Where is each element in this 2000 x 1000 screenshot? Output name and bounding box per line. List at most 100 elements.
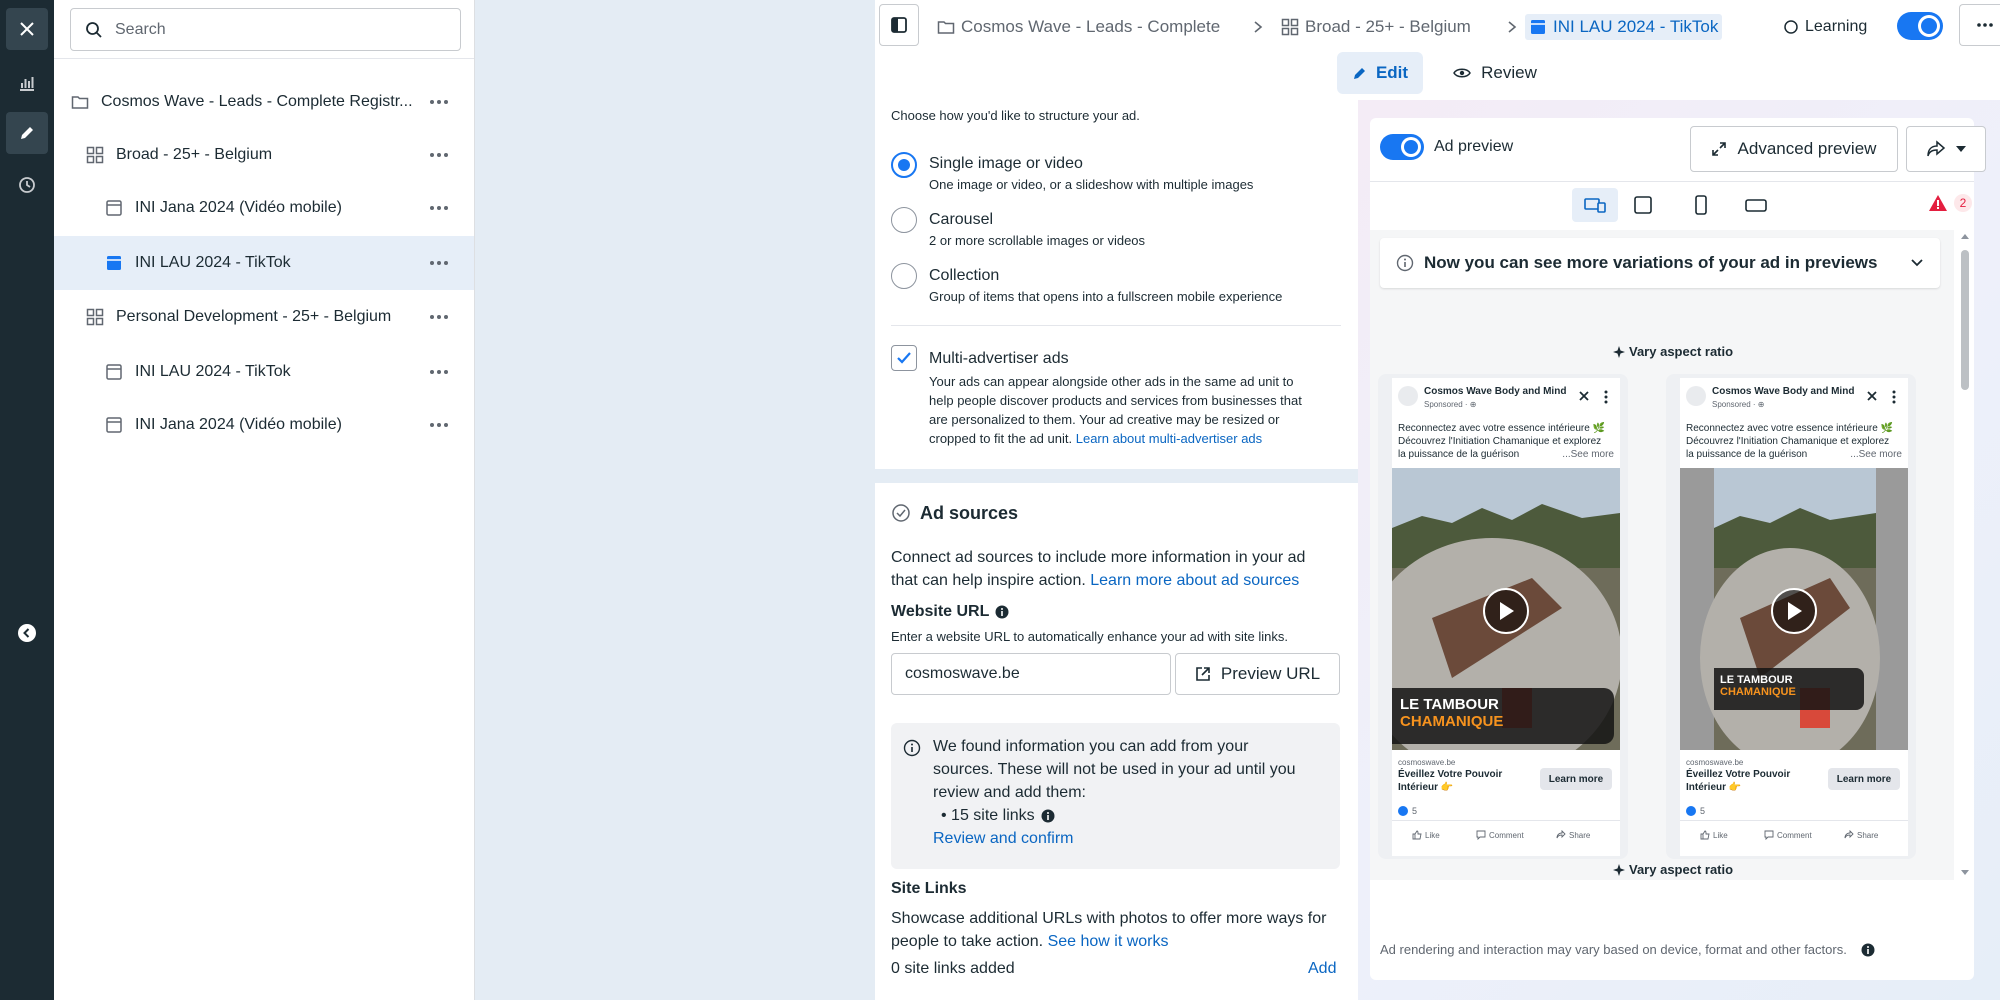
tree-item-ad-selected[interactable]: INI LAU 2024 - TikTok [54,236,474,290]
button-label: Advanced preview [1737,139,1877,158]
vary-aspect-ratio-label: Vary aspect ratio [1613,344,1733,359]
share-action[interactable]: Share [1556,830,1590,840]
chevron-down-icon [1910,258,1924,267]
website-url-input[interactable]: cosmoswave.be [891,653,1171,695]
share-action[interactable]: Share [1844,830,1878,840]
more-actions-button[interactable] [1959,4,2000,46]
breadcrumb-campaign[interactable]: Cosmos Wave - Leads - Complete [937,14,1220,40]
see-how-it-works-link[interactable]: See how it works [1048,933,1169,950]
tree-item-label: INI LAU 2024 - TikTok [135,363,291,380]
tree-item-adset[interactable]: Personal Development - 25+ - Belgium [54,290,474,344]
status-label: Learning [1805,18,1868,35]
share-icon [1926,140,1946,158]
pencil-icon[interactable] [6,112,48,154]
learning-status: Learning [1783,14,1867,40]
more-icon[interactable] [426,250,452,276]
ad-preview-mockup[interactable]: Cosmos Wave Body and Mind Sponsored · ⊕ … [1378,374,1628,859]
radio-single-image[interactable] [891,152,917,178]
close-icon[interactable] [6,8,48,50]
search-input[interactable] [115,20,435,39]
tree-item-ad[interactable]: INI LAU 2024 - TikTok [54,345,474,399]
desc-line: Connect ad sources to include more infor… [891,549,1306,566]
more-icon[interactable] [426,195,452,221]
close-icon[interactable] [1866,390,1878,402]
see-more-link[interactable]: ...See more [1562,448,1614,461]
input-value: cosmoswave.be [905,665,1020,682]
more-icon[interactable] [426,304,452,330]
radio-collection[interactable] [891,263,917,289]
sponsored-label: Sponsored · ⊕ [1424,400,1477,409]
tree-item-label: INI Jana 2024 (Vidéo mobile) [135,416,342,433]
preview-scrollbar[interactable] [1958,230,1972,880]
preview-url-button[interactable]: Preview URL [1175,653,1340,695]
play-icon[interactable] [1483,588,1529,634]
tab-edit[interactable]: Edit [1337,52,1423,94]
learn-more-cta[interactable]: Learn more [1540,768,1612,790]
clock-icon[interactable] [6,164,48,206]
ad-on-off-toggle[interactable] [1897,12,1943,40]
background-area [475,0,875,1000]
add-site-link-button[interactable]: Add [1308,960,1336,978]
breadcrumb-ad[interactable]: INI LAU 2024 - TikTok [1525,14,1723,40]
ad-preview-mockup[interactable]: Cosmos Wave Body and Mind Sponsored · ⊕ … [1666,374,1916,859]
advanced-preview-button[interactable]: Advanced preview [1690,126,1898,172]
more-icon[interactable] [426,412,452,438]
action-label: Like [1713,830,1728,840]
tree-item-ad[interactable]: INI Jana 2024 (Vidéo mobile) [54,181,474,235]
review-and-confirm-link[interactable]: Review and confirm [933,827,1333,850]
multi-advertiser-checkbox[interactable] [891,345,917,371]
more-icon[interactable] [426,142,452,168]
ad-preview-toggle[interactable] [1380,134,1424,160]
comment-action[interactable]: Comment [1764,830,1812,840]
video-title-overlay: LE TAMBOUR CHAMANIQUE [1392,688,1614,744]
mobile-view-icon[interactable] [1690,194,1712,216]
share-preview-button[interactable] [1906,126,1986,172]
comment-action[interactable]: Comment [1476,830,1524,840]
search-box[interactable] [70,8,461,51]
bar-chart-icon[interactable] [6,62,48,104]
panel-toggle-button[interactable] [879,4,919,46]
preview-panel: Ad preview Advanced preview 2 Now you ca… [1358,100,2000,1000]
tree-item-campaign[interactable]: Cosmos Wave - Leads - Complete Registr..… [54,75,474,129]
option-desc: 2 or more scrollable images or videos [929,233,1146,248]
tree-item-adset[interactable]: Broad - 25+ - Belgium [54,128,474,182]
all-placements-view-button[interactable] [1572,188,1618,222]
more-icon[interactable] [426,89,452,115]
close-icon[interactable] [1578,390,1590,402]
more-icon[interactable] [426,359,452,385]
learn-more-cta[interactable]: Learn more [1828,768,1900,790]
more-vertical-icon[interactable] [1892,390,1896,404]
tab-review[interactable]: Review [1445,52,1545,94]
eye-icon [1453,67,1472,79]
breadcrumb-adset[interactable]: Broad - 25+ - Belgium [1281,14,1471,40]
ad-video-thumbnail[interactable]: LE TAMBOUR CHAMANIQUE [1392,468,1620,750]
sidebar-icon [890,16,908,34]
more-vertical-icon[interactable] [1604,390,1608,404]
ad-icon [104,415,124,435]
desc-line: people to take action. [891,933,1044,950]
learn-multi-advertiser-link[interactable]: Learn about multi-advertiser ads [1076,431,1262,446]
ad-video-thumbnail[interactable]: LE TAMBOUR CHAMANIQUE [1680,468,1908,750]
like-action[interactable]: Like [1412,830,1440,840]
button-label: Preview URL [1220,664,1321,683]
warnings-indicator[interactable]: 2 [1928,194,1972,212]
ad-headline: Éveillez Votre Pouvoir Intérieur 👉 [1398,768,1502,794]
info-circle-icon [1396,254,1414,272]
play-icon[interactable] [1771,588,1817,634]
see-more-link[interactable]: ...See more [1850,448,1902,461]
ad-preview-screen: Cosmos Wave Body and Mind Sponsored · ⊕ … [1680,378,1908,856]
square-view-icon[interactable] [1632,194,1654,216]
variations-banner[interactable]: Now you can see more variations of your … [1380,238,1940,288]
radio-carousel[interactable] [891,207,917,233]
comment-icon [1476,830,1486,840]
check-circle-icon [891,503,911,523]
like-action[interactable]: Like [1700,830,1728,840]
caret-down-icon [1956,146,1966,152]
landscape-view-icon[interactable] [1744,194,1768,216]
grid-icon [85,307,105,327]
learn-ad-sources-link[interactable]: Learn more about ad sources [1090,572,1299,589]
tree-item-ad[interactable]: INI Jana 2024 (Vidéo mobile) [54,398,474,452]
sparkle-icon [1613,863,1625,876]
collapse-icon[interactable] [6,612,48,654]
banner-text: Now you can see more variations of your … [1424,253,1878,272]
